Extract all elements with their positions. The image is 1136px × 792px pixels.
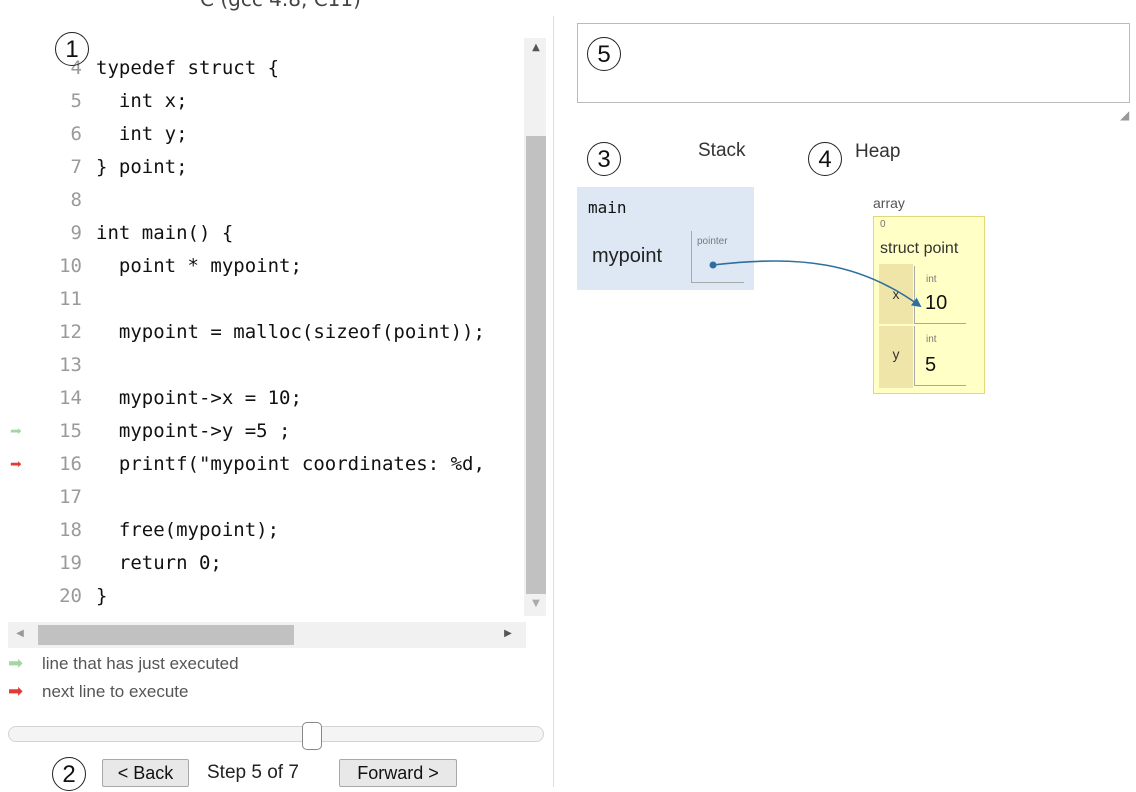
pointer-arrow (709, 260, 922, 308)
annotation-5: 5 (587, 37, 621, 71)
pointer-line (712, 260, 922, 308)
annotation-4: 4 (808, 142, 842, 176)
annotation-1: 1 (55, 32, 89, 66)
annotation-3: 3 (587, 142, 621, 176)
annotation-2: 2 (52, 757, 86, 791)
